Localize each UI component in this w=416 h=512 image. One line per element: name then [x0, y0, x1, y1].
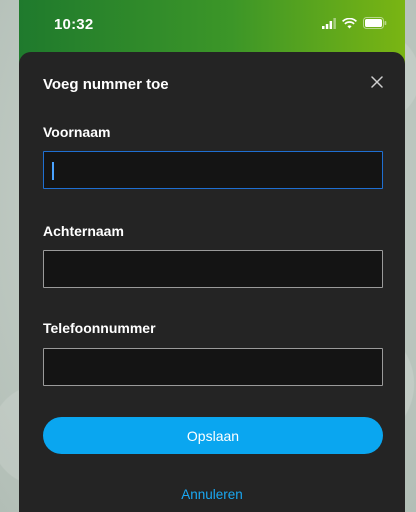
phone-screen: 10:32 Voeg nummer toe Voornaam Achternaa… [19, 0, 405, 512]
status-bar: 10:32 [19, 0, 405, 52]
close-button[interactable] [367, 74, 387, 94]
close-icon [371, 75, 383, 93]
last-name-input[interactable] [43, 250, 383, 288]
signal-icon [322, 16, 336, 34]
phone-label: Telefoonnummer [43, 320, 156, 336]
battery-icon [363, 16, 387, 34]
add-number-sheet: Voeg nummer toe Voornaam Achternaam Tele… [19, 52, 405, 512]
status-icons [322, 16, 387, 34]
sheet-title: Voeg nummer toe [43, 76, 169, 93]
wifi-icon [342, 16, 357, 34]
text-caret [52, 162, 54, 180]
status-time: 10:32 [54, 16, 94, 33]
first-name-label: Voornaam [43, 124, 111, 140]
phone-input[interactable] [43, 348, 383, 386]
cancel-link[interactable]: Annuleren [19, 487, 405, 502]
first-name-input[interactable] [43, 151, 383, 189]
save-button[interactable]: Opslaan [43, 417, 383, 454]
last-name-label: Achternaam [43, 223, 124, 239]
